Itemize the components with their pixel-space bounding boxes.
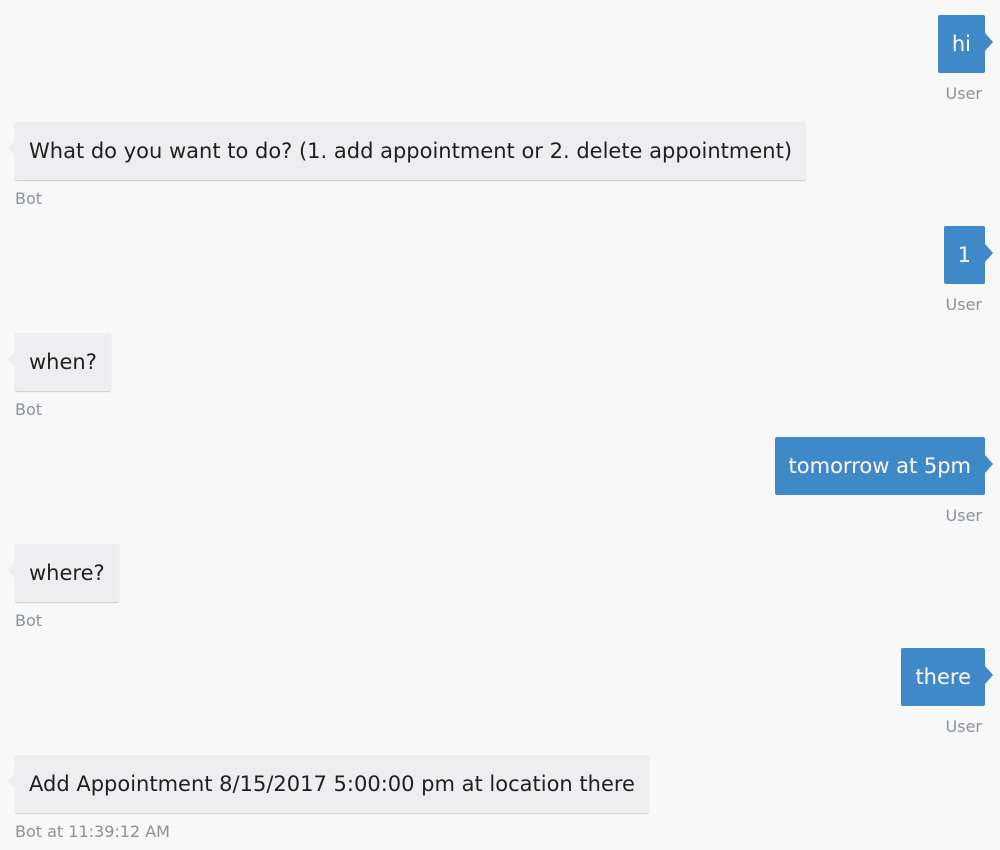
bot-message-bubble: when? [8, 333, 111, 391]
chat-transcript: hi User What do you want to do? (1. add … [0, 0, 1000, 850]
user-message-bubble: hi [937, 15, 994, 73]
message-timestamp-label: Bot at 11:39:12 AM [15, 822, 170, 841]
message-sender-label: Bot [15, 611, 43, 630]
bot-message-bubble: What do you want to do? (1. add appointm… [7, 122, 807, 180]
bot-message-bubble: Add Appointment 8/15/2017 5:00:00 pm at … [8, 755, 649, 813]
message-sender-label: Bot [15, 189, 43, 208]
message-sender-label: Bot [15, 400, 43, 419]
message-sender-label: User [945, 506, 982, 525]
user-message-bubble: 1 [943, 226, 994, 284]
message-sender-label: User [945, 84, 982, 103]
user-message-bubble: there [901, 648, 993, 706]
user-message-bubble: tomorrow at 5pm [774, 437, 994, 495]
message-sender-label: User [945, 717, 982, 736]
message-sender-label: User [945, 295, 982, 314]
bot-message-bubble: where? [8, 544, 119, 602]
